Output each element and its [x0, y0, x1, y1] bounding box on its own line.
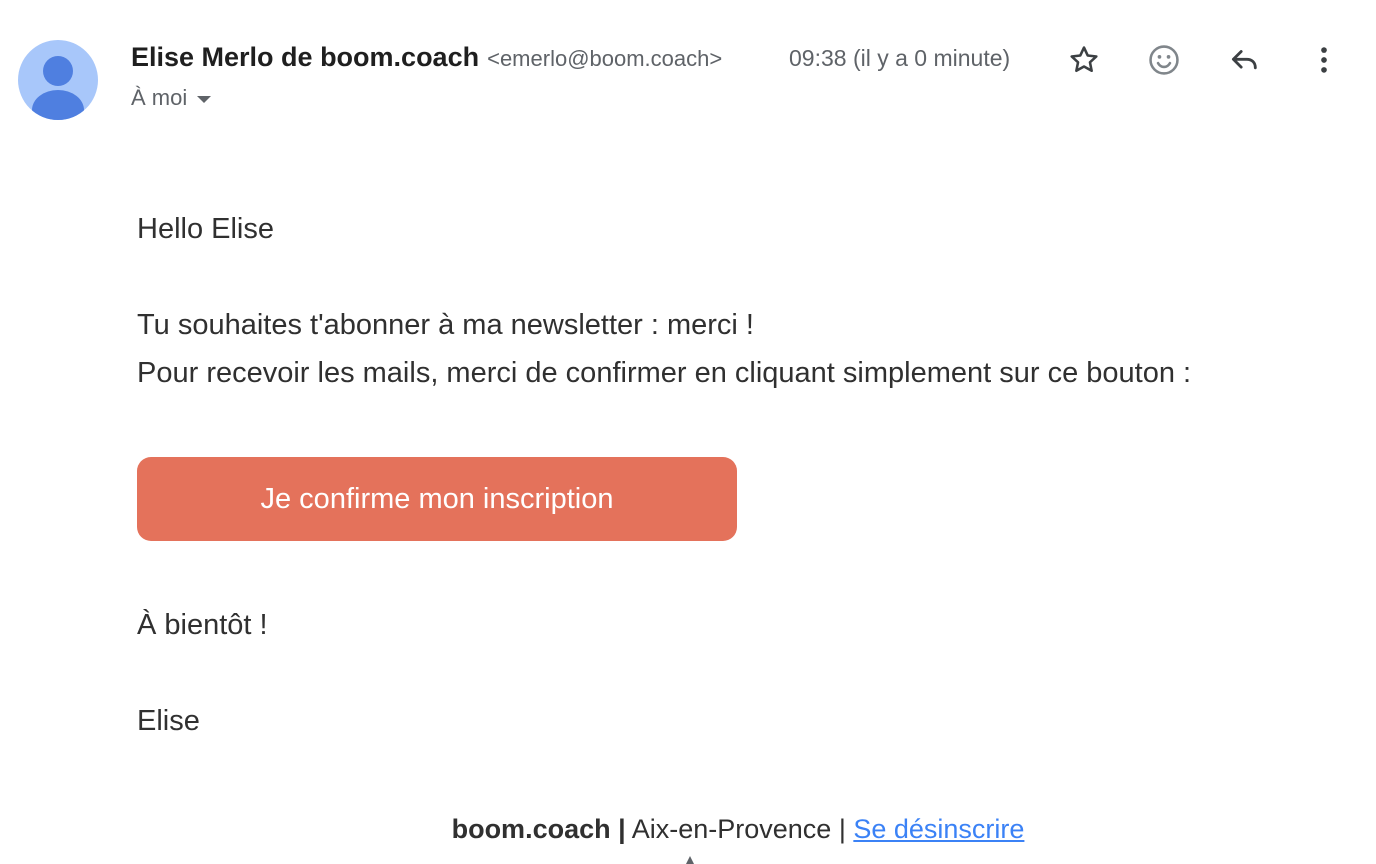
greeting: Hello Elise	[137, 213, 274, 245]
sender-line: Elise Merlo de boom.coach <emerlo@boom.c…	[131, 42, 722, 78]
emoji-icon	[1149, 45, 1179, 75]
star-button[interactable]	[1064, 40, 1104, 80]
sender-email: <emerlo@boom.coach>	[487, 46, 723, 71]
footer-brand: boom.coach	[451, 814, 611, 844]
timestamp: 09:38 (il y a 0 minute)	[789, 45, 1011, 71]
signature: Elise	[137, 705, 200, 737]
caret-up-icon	[686, 856, 694, 864]
sender-avatar[interactable]	[18, 40, 98, 120]
footer-separator: |	[838, 814, 846, 844]
footer-city: Aix-en-Provence	[631, 814, 832, 844]
reply-button[interactable]	[1224, 40, 1264, 80]
email-footer: boom.coach | Aix-en-Provence | Se désins…	[0, 814, 1376, 845]
add-reaction-button[interactable]	[1144, 40, 1184, 80]
body-line-2: Pour recevoir les mails, merci de confir…	[137, 357, 1192, 389]
reply-icon	[1231, 50, 1257, 70]
more-options-button[interactable]	[1304, 40, 1344, 80]
sender-name[interactable]: Elise Merlo de boom.coach	[131, 42, 479, 73]
recipient-label: À moi	[131, 85, 188, 110]
confirm-subscription-button[interactable]: Je confirme mon inscription	[137, 457, 737, 541]
more-vert-icon	[1321, 47, 1327, 73]
closing: À bientôt !	[137, 609, 268, 641]
chevron-down-icon	[197, 95, 212, 103]
avatar-icon	[32, 56, 84, 120]
star-icon	[1070, 46, 1098, 73]
unsubscribe-link[interactable]: Se désinscrire	[853, 814, 1024, 844]
confirm-subscription-label: Je confirme mon inscription	[260, 482, 614, 515]
email-view: Elise Merlo de boom.coach <emerlo@boom.c…	[0, 0, 1376, 864]
body-line-1: Tu souhaites t'abonner à ma newsletter :…	[137, 309, 754, 341]
recipient-dropdown[interactable]: À moi	[131, 85, 212, 111]
footer-separator: |	[618, 814, 626, 844]
